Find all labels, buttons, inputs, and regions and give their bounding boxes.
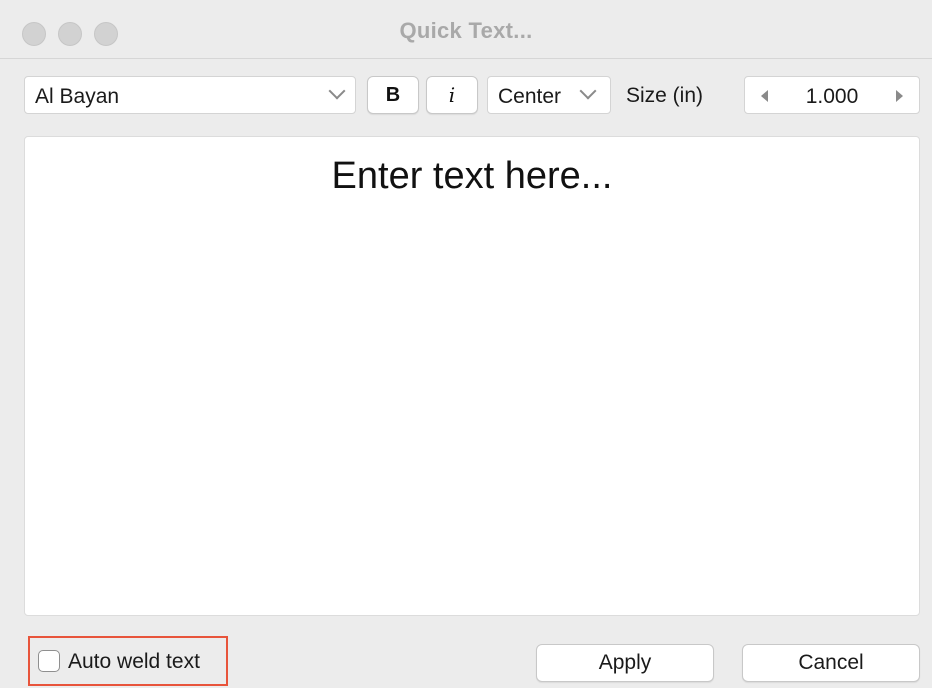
size-label: Size (in) (626, 84, 704, 107)
auto-weld-option[interactable]: Auto weld text (28, 636, 228, 686)
title-bar: Quick Text... (0, 0, 932, 59)
cancel-button[interactable]: Cancel (742, 644, 920, 682)
alignment-dropdown[interactable]: Center (487, 76, 611, 114)
size-stepper[interactable]: 1.000 (744, 76, 920, 114)
bold-toggle-button[interactable]: B (367, 76, 419, 114)
text-placeholder: Enter text here... (331, 155, 613, 197)
auto-weld-checkbox[interactable] (38, 650, 60, 672)
alignment-value: Center (498, 85, 562, 108)
auto-weld-label[interactable]: Auto weld text (68, 650, 200, 674)
size-value[interactable]: 1.000 (785, 85, 879, 109)
italic-toggle-button[interactable]: i (426, 76, 478, 114)
quick-text-window: Quick Text... Al Bayan B i Center Size (… (0, 0, 932, 688)
text-input-area[interactable]: Enter text here... (24, 136, 920, 616)
font-family-dropdown[interactable]: Al Bayan (24, 76, 356, 114)
chevron-down-icon (328, 82, 346, 100)
chevron-down-icon (579, 82, 597, 100)
decrement-arrow-icon[interactable] (761, 90, 768, 102)
apply-button[interactable]: Apply (536, 644, 714, 682)
increment-arrow-icon[interactable] (896, 90, 903, 102)
font-family-value: Al Bayan (35, 85, 120, 108)
window-title: Quick Text... (399, 18, 533, 43)
